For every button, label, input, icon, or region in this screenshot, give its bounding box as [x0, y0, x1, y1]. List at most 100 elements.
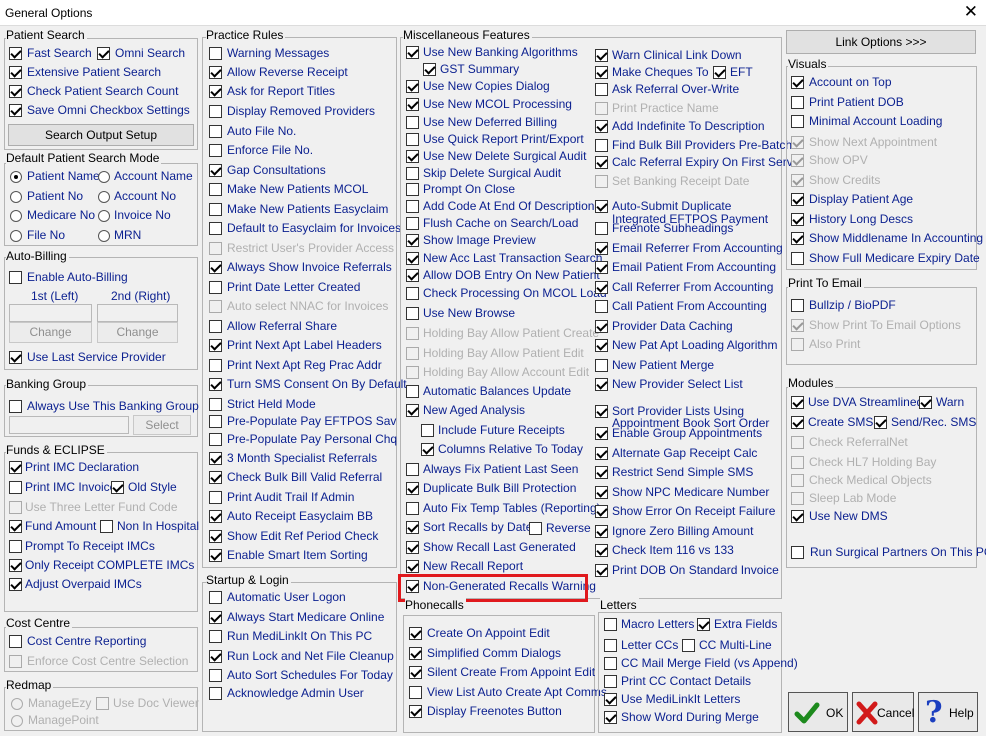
phone-list-checkbox-1[interactable]: [409, 647, 422, 660]
manageezy-radio[interactable]: [11, 698, 23, 710]
use-dva-checkbox[interactable]: [791, 396, 804, 409]
account-no-radio[interactable]: [98, 191, 110, 203]
misc-col1-28-checkbox[interactable]: [406, 541, 419, 554]
practice-list-checkbox-6[interactable]: [209, 164, 222, 177]
adjust-overpaid-checkbox[interactable]: [9, 578, 22, 591]
ok-button[interactable]: OK: [788, 692, 848, 732]
practice-list-checkbox-24[interactable]: [209, 510, 222, 523]
fund-amount-checkbox[interactable]: [9, 520, 22, 533]
send-rec-sms-checkbox[interactable]: [874, 416, 887, 429]
extensive-search-checkbox[interactable]: [9, 66, 22, 79]
misc-col1-16-checkbox[interactable]: [406, 327, 419, 340]
visuals-list-checkbox-3[interactable]: [791, 136, 804, 149]
misc-col1-7-checkbox[interactable]: [406, 167, 419, 180]
phone-list-checkbox-2[interactable]: [409, 666, 422, 679]
macro-letters-checkbox[interactable]: [604, 618, 617, 631]
managepoint-radio[interactable]: [11, 715, 23, 727]
misc-col1-9-checkbox[interactable]: [406, 200, 419, 213]
visuals-list-checkbox-6[interactable]: [791, 193, 804, 206]
practice-list-checkbox-22[interactable]: [209, 471, 222, 484]
modules-list-checkbox-2[interactable]: [791, 474, 804, 487]
practice-list-checkbox-8[interactable]: [209, 203, 222, 216]
use-doc-viewer-checkbox[interactable]: [96, 697, 109, 710]
practice-list-checkbox-20[interactable]: [209, 433, 222, 446]
extra-fields-checkbox[interactable]: [697, 618, 710, 631]
misc-col1-0-checkbox[interactable]: [406, 46, 419, 59]
practice-list-checkbox-5[interactable]: [209, 144, 222, 157]
misc-col2-5-checkbox[interactable]: [595, 120, 608, 133]
printemail-list-checkbox-1[interactable]: [791, 319, 804, 332]
misc-col1-29-checkbox[interactable]: [406, 560, 419, 573]
practice-list-checkbox-16[interactable]: [209, 359, 222, 372]
misc-col1-1-checkbox[interactable]: [423, 63, 436, 76]
invoice-no-radio[interactable]: [98, 210, 110, 222]
misc-col1-8-checkbox[interactable]: [406, 183, 419, 196]
practice-list-checkbox-15[interactable]: [209, 339, 222, 352]
misc-col2-26-checkbox[interactable]: [595, 505, 608, 518]
practice-list-checkbox-21[interactable]: [209, 452, 222, 465]
account-name-radio[interactable]: [98, 171, 110, 183]
misc-col2-20-checkbox[interactable]: [595, 405, 608, 418]
misc-col1-5-checkbox[interactable]: [406, 133, 419, 146]
misc-col1-27-checkbox[interactable]: [529, 522, 542, 535]
visuals-list-checkbox-0[interactable]: [791, 76, 804, 89]
misc-col1-21-checkbox[interactable]: [421, 424, 434, 437]
practice-list-checkbox-7[interactable]: [209, 183, 222, 196]
cc-multiline-checkbox[interactable]: [682, 639, 695, 652]
first-provider-field[interactable]: [9, 304, 92, 322]
misc-col1-25-checkbox[interactable]: [406, 502, 419, 515]
visuals-list-checkbox-1[interactable]: [791, 96, 804, 109]
misc-col1-4-checkbox[interactable]: [406, 116, 419, 129]
practice-list-checkbox-23[interactable]: [209, 491, 222, 504]
misc-col1-22-checkbox[interactable]: [421, 443, 434, 456]
misc-col1-3-checkbox[interactable]: [406, 98, 419, 111]
misc-col2-15-checkbox[interactable]: [595, 300, 608, 313]
misc-col2-13-checkbox[interactable]: [595, 261, 608, 274]
visuals-list-checkbox-2[interactable]: [791, 115, 804, 128]
visuals-list-checkbox-9[interactable]: [791, 252, 804, 265]
misc-col2-29-checkbox[interactable]: [595, 564, 608, 577]
medicare-no-radio[interactable]: [10, 210, 22, 222]
second-provider-field[interactable]: [97, 304, 178, 322]
practice-list-checkbox-18[interactable]: [209, 398, 222, 411]
startup-list-checkbox-4[interactable]: [209, 669, 222, 682]
startup-list-checkbox-0[interactable]: [209, 591, 222, 604]
misc-col2-22-checkbox[interactable]: [595, 427, 608, 440]
practice-list-checkbox-19[interactable]: [209, 415, 222, 428]
misc-col1-14-checkbox[interactable]: [406, 287, 419, 300]
always-banking-checkbox[interactable]: [9, 400, 22, 413]
misc-col1-26-checkbox[interactable]: [406, 521, 419, 534]
search-output-setup-button[interactable]: Search Output Setup: [8, 124, 194, 146]
misc-col2-25-checkbox[interactable]: [595, 486, 608, 499]
practice-list-checkbox-9[interactable]: [209, 222, 222, 235]
misc-col1-13-checkbox[interactable]: [406, 269, 419, 282]
misc-col2-1-checkbox[interactable]: [595, 66, 608, 79]
misc-col1-10-checkbox[interactable]: [406, 217, 419, 230]
misc-col2-27-checkbox[interactable]: [595, 525, 608, 538]
patient-no-radio[interactable]: [10, 191, 22, 203]
startup-list-checkbox-2[interactable]: [209, 630, 222, 643]
printemail-list-checkbox-2[interactable]: [791, 338, 804, 351]
print-imc-declaration-checkbox[interactable]: [9, 461, 22, 474]
cancel-button[interactable]: Cancel: [852, 692, 914, 732]
change-second-button[interactable]: Change: [97, 322, 178, 343]
startup-list-checkbox-3[interactable]: [209, 650, 222, 663]
close-icon[interactable]: ✕: [964, 3, 978, 21]
misc-col2-18-checkbox[interactable]: [595, 359, 608, 372]
misc-col1-19-checkbox[interactable]: [406, 385, 419, 398]
help-button[interactable]: ? Help: [918, 692, 978, 732]
check-search-count-checkbox[interactable]: [9, 85, 22, 98]
misc-col2-3-checkbox[interactable]: [595, 83, 608, 96]
cost-centre-reporting-checkbox[interactable]: [9, 635, 22, 648]
practice-list-checkbox-14[interactable]: [209, 320, 222, 333]
practice-list-checkbox-2[interactable]: [209, 85, 222, 98]
printemail-list-checkbox-0[interactable]: [791, 299, 804, 312]
misc-col1-17-checkbox[interactable]: [406, 347, 419, 360]
visuals-list-checkbox-4[interactable]: [791, 154, 804, 167]
three-letter-fund-checkbox[interactable]: [9, 501, 22, 514]
misc-col1-2-checkbox[interactable]: [406, 80, 419, 93]
misc-col1-12-checkbox[interactable]: [406, 252, 419, 265]
misc-col1-18-checkbox[interactable]: [406, 366, 419, 379]
link-options-button[interactable]: Link Options >>>: [786, 30, 976, 54]
practice-list-checkbox-17[interactable]: [209, 378, 222, 391]
